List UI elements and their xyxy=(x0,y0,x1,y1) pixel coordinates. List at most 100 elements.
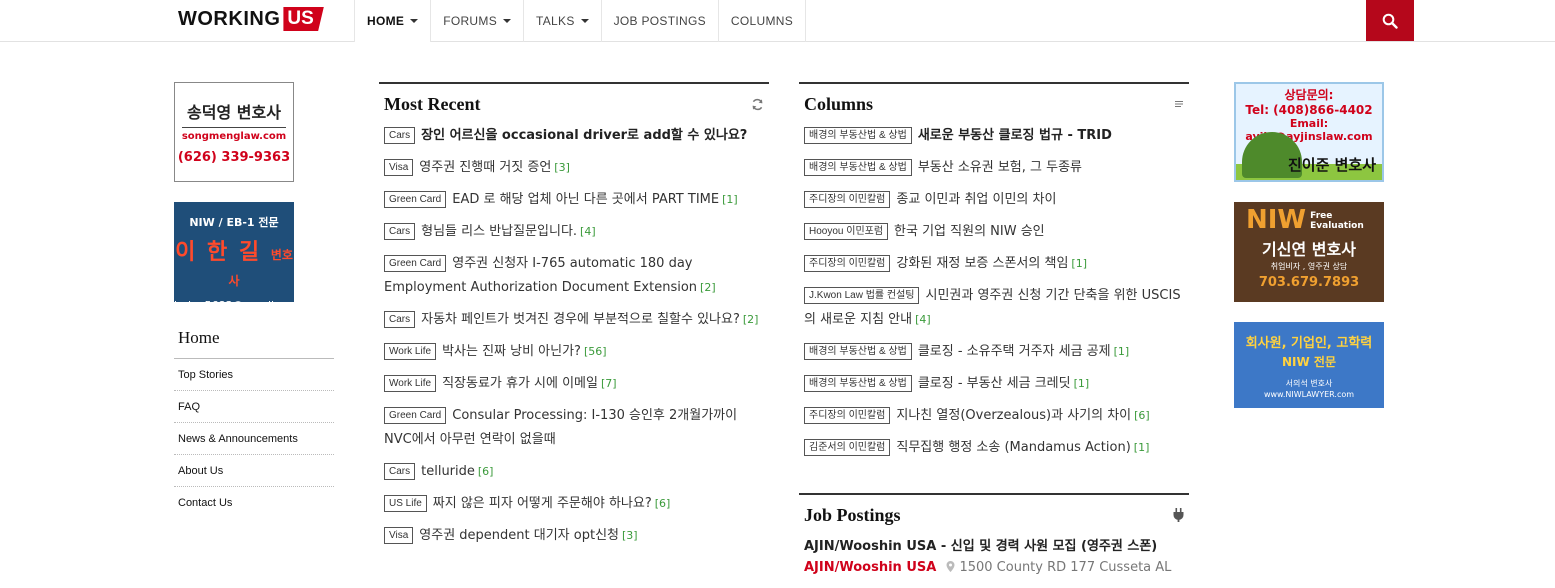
caret-down-icon xyxy=(410,19,419,23)
sidebar-item-about-us[interactable]: About Us xyxy=(174,455,334,487)
ad-lawyer-name: 진이준 변호사 xyxy=(1287,156,1376,174)
job-title-link[interactable]: AJIN/Wooshin USA - 신입 및 경력 사원 모집 (영주권 스폰… xyxy=(799,537,1189,557)
post-title-link[interactable]: 클로징 - 부동산 세금 크레딧 xyxy=(918,376,1071,391)
list-item: Visa 영주권 dependent 대기자 opt신청 [3] xyxy=(379,524,769,548)
category-tag[interactable]: Green Card xyxy=(384,255,447,272)
category-tag[interactable]: Work Life xyxy=(384,343,437,360)
post-title-link[interactable]: 지나친 열정(Overzealous)과 사기의 차이 xyxy=(896,408,1131,423)
site-logo[interactable]: WORKING US xyxy=(178,6,324,32)
category-tag[interactable]: Visa xyxy=(384,159,414,176)
post-title-link[interactable]: 영주권 진행때 거짓 증언 xyxy=(419,160,551,175)
post-title-link[interactable]: 직장동료가 휴가 시에 이메일 xyxy=(442,376,598,391)
category-tag[interactable]: 주디장의 이민칼럼 xyxy=(804,255,891,272)
category-tag[interactable]: 주디장의 이민칼럼 xyxy=(804,407,891,424)
ad-niw-text: NIW xyxy=(1246,205,1307,235)
nav-home[interactable]: HOME xyxy=(354,0,431,42)
ad-phone: 703.679.7893 xyxy=(1258,275,1360,290)
sidebar-item-news-announcements[interactable]: News & Announcements xyxy=(174,423,334,455)
post-title-link[interactable]: 영주권 dependent 대기자 opt신청 xyxy=(419,528,619,543)
reply-count: [2] xyxy=(700,281,716,294)
reply-count: [1] xyxy=(722,193,738,206)
list-item: 배경의 부동산법 & 상법 클로징 - 소유주택 거주자 세금 공제 [1] xyxy=(799,340,1189,364)
ad-email: hglee5683@gmail.com xyxy=(174,299,302,312)
reply-count: [1] xyxy=(1133,441,1150,454)
lawyer-ad-ki[interactable]: NIW Free Evaluation 기신연 변호사 취업비자 , 영주권 상담 … xyxy=(1234,202,1384,302)
nav-columns[interactable]: COLUMNS xyxy=(717,0,807,42)
category-tag[interactable]: J.Kwon Law 법률 컨설팅 xyxy=(804,287,920,304)
ad-target-audience: 회사원, 기업인, 고학력 xyxy=(1245,336,1373,351)
post-title-link[interactable]: 형님들 리스 반납질문입니다. xyxy=(421,224,577,239)
post-title-link[interactable]: 박사는 진짜 낭비 아닌가? xyxy=(442,344,581,359)
post-title-link[interactable]: EAD 로 해당 업체 아닌 다른 곳에서 PART TIME xyxy=(452,192,719,207)
lawyer-ad-seo[interactable]: 회사원, 기업인, 고학력 NIW 전문 서의석 변호사 www.NIWLAWY… xyxy=(1234,322,1384,408)
list-item: Cars 장인 어르신을 occasional driver로 add할 수 있나… xyxy=(379,124,769,148)
list-item: 주디장의 이민칼럼 강화된 재정 보증 스폰서의 책임 [1] xyxy=(799,252,1189,276)
sidebar-item-contact-us[interactable]: Contact Us xyxy=(174,487,334,518)
lawyer-ad-jin[interactable]: 상담문의: Tel: (408)866-4402 Email: ayjin@ay… xyxy=(1234,82,1384,182)
sidebar-item-faq[interactable]: FAQ xyxy=(174,391,334,423)
sidebar-nav: Home Top Stories FAQ News & Announcements A… xyxy=(174,324,334,518)
post-title-link[interactable]: 클로징 - 소유주택 거주자 세금 공제 xyxy=(918,344,1111,359)
post-title-link[interactable]: 강화된 재정 보증 스폰서의 책임 xyxy=(896,256,1068,271)
nav-forums[interactable]: FORUMS xyxy=(430,0,523,42)
category-tag[interactable]: Green Card xyxy=(384,407,447,424)
map-pin-icon xyxy=(946,561,955,572)
post-title-link[interactable]: 한국 기업 직원의 NIW 승인 xyxy=(894,224,1045,239)
most-recent-section: Most Recent Cars 장인 어르신을 occasional drive… xyxy=(379,82,769,556)
ad-phone: Tel: (408)866-4402 xyxy=(1245,103,1373,117)
nav-label: COLUMNS xyxy=(730,14,794,28)
post-title-link[interactable]: 종교 이민과 취업 이민의 차이 xyxy=(896,192,1056,207)
category-tag[interactable]: Cars xyxy=(384,127,416,144)
lawyer-ad-song[interactable]: 송덕영 변호사 songmenglaw.com (626) 339-9363 xyxy=(174,82,294,182)
sidebar-home[interactable]: Home xyxy=(174,324,334,359)
main-nav: HOME FORUMS TALKS JOB POSTINGS COLUMNS xyxy=(354,0,807,42)
category-tag[interactable]: Cars xyxy=(384,463,416,480)
refresh-icon[interactable] xyxy=(751,98,764,111)
category-tag[interactable]: Green Card xyxy=(384,191,447,208)
list-icon[interactable] xyxy=(1174,99,1184,109)
job-location: 1500 County RD 177 Cusseta AL xyxy=(946,560,1171,575)
category-tag[interactable]: US Life xyxy=(384,495,427,512)
list-item: 주디장의 이민칼럼 종교 이민과 취업 이민의 차이 xyxy=(799,188,1189,212)
ad-free-eval: Free Evaluation xyxy=(1310,211,1364,231)
nav-talks[interactable]: TALKS xyxy=(523,0,601,42)
plug-icon[interactable] xyxy=(1173,508,1184,522)
job-company-link[interactable]: AJIN/Wooshin USA xyxy=(804,560,936,575)
sidebar-item-top-stories[interactable]: Top Stories xyxy=(174,359,334,391)
category-tag[interactable]: Visa xyxy=(384,527,414,544)
post-title-link[interactable]: 자동차 페인트가 벗겨진 경우에 부분적으로 칠할수 있나요? xyxy=(421,312,740,327)
category-tag[interactable]: Work Life xyxy=(384,375,437,392)
ad-website: songmenglaw.com xyxy=(181,131,287,142)
list-item: 배경의 부동산법 & 상법 새로운 부동산 클로징 법규 - TRID xyxy=(799,124,1189,148)
post-title-link[interactable]: telluride xyxy=(421,464,475,479)
post-title-link[interactable]: 직무집행 행정 소송 (Mandamus Action) xyxy=(896,440,1130,455)
search-button[interactable] xyxy=(1366,0,1414,41)
ad-contact-label: 상담문의: xyxy=(1284,88,1334,102)
post-title-link[interactable]: 장인 어르신을 occasional driver로 add할 수 있나요? xyxy=(421,128,747,143)
category-tag[interactable]: Hooyou 이민포럼 xyxy=(804,223,889,240)
post-title-link[interactable]: 새로운 부동산 클로징 법규 - TRID xyxy=(918,128,1112,143)
lawyer-ad-lee[interactable]: NIW / EB-1 전문 이 한 길 변호사 hglee5683@gmail.… xyxy=(174,202,301,312)
category-tag[interactable]: 배경의 부동산법 & 상법 xyxy=(804,343,912,360)
ad-lawyer-name: 송덕영 변호사 xyxy=(187,103,281,122)
category-tag[interactable]: 주디장의 이민칼럼 xyxy=(804,191,891,208)
reply-count: [1] xyxy=(1073,377,1090,390)
category-tag[interactable]: Cars xyxy=(384,223,416,240)
nav-label: HOME xyxy=(367,14,405,28)
category-tag[interactable]: 배경의 부동산법 & 상법 xyxy=(804,159,912,176)
ad-divider xyxy=(182,127,286,128)
list-item: Green Card 영주권 신청자 I-765 automatic 180 da… xyxy=(379,252,769,300)
post-title-link[interactable]: 짜지 않은 피자 어떻게 주문해야 하나요? xyxy=(433,496,652,511)
category-tag[interactable]: 배경의 부동산법 & 상법 xyxy=(804,127,912,144)
nav-job-postings[interactable]: JOB POSTINGS xyxy=(600,0,718,42)
post-title-link[interactable]: 부동산 소유권 보험, 그 두종류 xyxy=(918,160,1082,175)
most-recent-header: Most Recent xyxy=(379,84,769,124)
category-tag[interactable]: Cars xyxy=(384,311,416,328)
reply-count: [6] xyxy=(654,497,671,510)
ad-phone: (626) 339-9363 xyxy=(177,150,291,165)
top-navbar: WORKING US HOME FORUMS TALKS JOB POSTINGS CO… xyxy=(0,0,1555,42)
category-tag[interactable]: 배경의 부동산법 & 상법 xyxy=(804,375,912,392)
ad-specialty: NIW / EB-1 전문 xyxy=(189,216,279,229)
ad-lawyer-name: 이 한 길 변호사 xyxy=(174,234,294,291)
category-tag[interactable]: 김준서의 이민칼럼 xyxy=(804,439,891,456)
